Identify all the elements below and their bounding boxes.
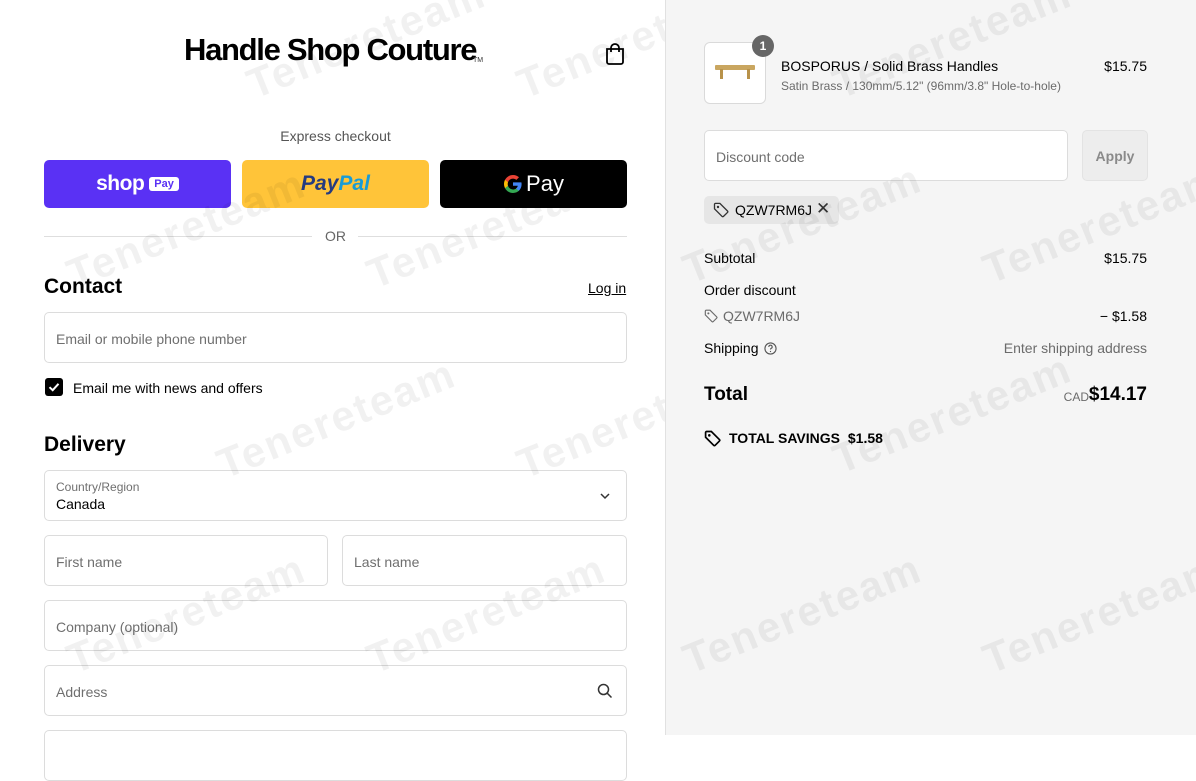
subtotal-label: Subtotal bbox=[704, 250, 756, 266]
product-price: $15.75 bbox=[1104, 58, 1147, 74]
divider-line-right bbox=[358, 236, 627, 237]
chevron-down-icon bbox=[600, 493, 610, 500]
google-pay-word: Pay bbox=[526, 171, 564, 196]
logo-trademark: TM bbox=[473, 57, 484, 64]
currency-code: CAD bbox=[1063, 390, 1089, 404]
discount-code-line: QZW7RM6J bbox=[723, 308, 800, 324]
tag-icon bbox=[704, 309, 718, 323]
email-field[interactable]: Email or mobile phone number bbox=[44, 312, 627, 363]
paypal-button[interactable]: Pay Pal bbox=[242, 160, 429, 208]
subtotal-value: $15.75 bbox=[1104, 250, 1147, 266]
watermark: Tenereteam bbox=[676, 544, 929, 683]
email-placeholder: Email or mobile phone number bbox=[56, 331, 247, 347]
shipping-label: Shipping bbox=[704, 340, 759, 356]
google-pay-button[interactable]: Pay bbox=[440, 160, 627, 208]
newsletter-label: Email me with news and offers bbox=[73, 380, 263, 396]
savings-tag-icon bbox=[704, 430, 721, 447]
google-g-icon bbox=[504, 175, 522, 193]
shop-pay-word: shop bbox=[96, 172, 145, 195]
total-label: Total bbox=[704, 384, 748, 405]
tag-icon bbox=[713, 202, 729, 218]
shipping-value: Enter shipping address bbox=[1003, 340, 1147, 356]
first-name-placeholder: First name bbox=[56, 554, 123, 570]
total-value: $14.17 bbox=[1088, 384, 1147, 405]
shopping-bag-icon[interactable] bbox=[604, 42, 626, 66]
company-field[interactable]: Company (optional) bbox=[44, 600, 627, 651]
store-logo[interactable]: Handle Shop Couture bbox=[184, 32, 477, 68]
address-field[interactable]: Address bbox=[44, 665, 627, 716]
login-link[interactable]: Log in bbox=[588, 280, 626, 296]
search-icon bbox=[597, 683, 613, 699]
next-field[interactable] bbox=[44, 730, 627, 781]
country-label: Country/Region bbox=[56, 480, 140, 494]
discount-value: − $1.58 bbox=[1099, 308, 1147, 324]
last-name-placeholder: Last name bbox=[354, 554, 420, 570]
or-divider: OR bbox=[44, 228, 627, 244]
shop-pay-pill: Pay bbox=[149, 177, 179, 191]
paypal-word-pal: Pal bbox=[338, 172, 370, 195]
country-value: Canada bbox=[56, 496, 106, 512]
product-variant: Satin Brass / 130mm/5.12" (96mm/3.8" Hol… bbox=[781, 79, 1061, 93]
watermark: Tenereteam bbox=[976, 544, 1196, 683]
quantity-badge: 1 bbox=[752, 35, 774, 57]
last-name-field[interactable]: Last name bbox=[342, 535, 627, 586]
savings-label: TOTAL SAVINGS bbox=[729, 430, 840, 446]
watermark: Tenereteam bbox=[826, 344, 1079, 483]
express-checkout-label: Express checkout bbox=[280, 128, 391, 144]
applied-discount-code: QZW7RM6J bbox=[735, 202, 812, 218]
checkout-form-panel: Handle Shop Couture TM Express checkout … bbox=[0, 0, 762, 781]
delivery-heading: Delivery bbox=[44, 433, 126, 456]
first-name-field[interactable]: First name bbox=[44, 535, 328, 586]
remove-discount-icon[interactable]: ✕ bbox=[816, 200, 830, 217]
discount-code-field[interactable]: Discount code bbox=[704, 130, 1068, 181]
newsletter-checkbox[interactable] bbox=[45, 378, 63, 396]
paypal-word-pay: Pay bbox=[301, 172, 339, 195]
checkmark-icon bbox=[48, 383, 60, 392]
apply-button[interactable]: Apply bbox=[1082, 130, 1148, 181]
order-discount-label: Order discount bbox=[704, 282, 796, 298]
address-placeholder: Address bbox=[56, 684, 108, 700]
total-savings: TOTAL SAVINGS $1.58 bbox=[729, 430, 883, 446]
contact-heading: Contact bbox=[44, 275, 123, 298]
applied-discount-chip: QZW7RM6J ✕ bbox=[704, 196, 839, 224]
order-summary-panel: 1 BOSPORUS / Solid Brass Handles Satin B… bbox=[665, 0, 1196, 735]
country-select[interactable]: Country/Region Canada bbox=[44, 470, 627, 521]
discount-placeholder: Discount code bbox=[716, 149, 805, 165]
product-name: BOSPORUS / Solid Brass Handles bbox=[781, 58, 999, 74]
shop-pay-button[interactable]: shop Pay bbox=[44, 160, 231, 208]
company-placeholder: Company (optional) bbox=[56, 619, 179, 635]
savings-value: $1.58 bbox=[847, 430, 883, 446]
watermark: Tenereteam bbox=[210, 349, 463, 488]
help-circle-icon[interactable] bbox=[764, 342, 777, 355]
